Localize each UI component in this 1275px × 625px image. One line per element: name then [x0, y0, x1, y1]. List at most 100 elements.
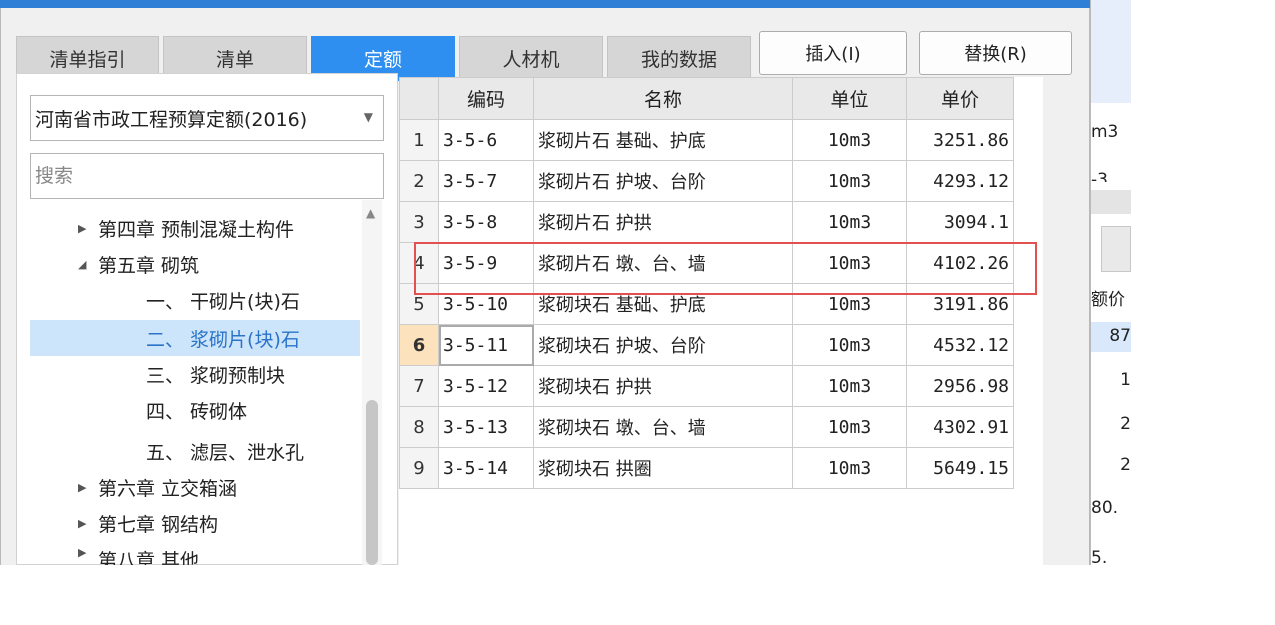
column-header-name[interactable]: 名称: [533, 77, 793, 120]
background-window-edge: m3 -3 额价 87 1 2 2 80. 5.: [1090, 0, 1131, 565]
cell-unit[interactable]: 10m3: [792, 201, 907, 243]
background-cell: 2: [1120, 414, 1131, 434]
background-cell: 1: [1120, 370, 1131, 390]
tree-node-chapter-6[interactable]: ▶ 第六章 立交箱涵: [30, 469, 360, 505]
cell-unit[interactable]: 10m3: [792, 447, 907, 489]
cell-unit[interactable]: 10m3: [792, 324, 907, 366]
table-row[interactable]: 3 3-5-8 浆砌片石 护拱 10m3 3094.1: [399, 201, 1014, 243]
tree-node-chapter-7[interactable]: ▶ 第七章 钢结构: [30, 505, 360, 541]
background-header-strip: [1091, 0, 1131, 103]
cell-unit[interactable]: 10m3: [792, 365, 907, 407]
cell-code[interactable]: 3-5-8: [438, 201, 534, 243]
window-top-bar: [0, 0, 1090, 8]
cell-code-focused[interactable]: 3-5-11: [438, 324, 534, 366]
expand-triangle-icon[interactable]: ▶: [78, 546, 98, 559]
background-toolbar-strip: [1091, 190, 1131, 214]
cell-price[interactable]: 4102.26: [906, 242, 1014, 284]
row-number: 8: [399, 406, 439, 448]
tree-node-chapter-8[interactable]: ▶ 第八章 其他: [30, 540, 360, 565]
tree-node-label: 三、 浆砌预制块: [146, 364, 286, 387]
table-row[interactable]: 8 3-5-13 浆砌块石 墩、台、墙 10m3 4302.91: [399, 406, 1014, 448]
cell-unit[interactable]: 10m3: [792, 119, 907, 161]
scroll-up-icon[interactable]: ▲: [366, 206, 375, 220]
cell-code[interactable]: 3-5-9: [438, 242, 534, 284]
table-row[interactable]: 5 3-5-10 浆砌块石 基础、护底 10m3 3191.86: [399, 283, 1014, 325]
row-number-header: [399, 77, 439, 120]
chevron-down-icon[interactable]: ▼: [364, 110, 373, 124]
column-header-unit[interactable]: 单位: [792, 77, 907, 120]
tree-node-label: 一、 干砌片(块)石: [146, 290, 300, 313]
cell-unit[interactable]: 10m3: [792, 160, 907, 202]
scrollbar-thumb[interactable]: [366, 400, 378, 565]
tree-node-section-1[interactable]: 一、 干砌片(块)石: [30, 282, 360, 318]
cell-code[interactable]: 3-5-14: [438, 447, 534, 489]
cell-unit[interactable]: 10m3: [792, 242, 907, 284]
tree-node-section-4[interactable]: 四、 砖砌体: [30, 392, 360, 428]
cell-price[interactable]: 3191.86: [906, 283, 1014, 325]
cell-name[interactable]: 浆砌片石 墩、台、墙: [533, 242, 793, 284]
tree-node-section-5[interactable]: 五、 滤层、泄水孔: [30, 433, 360, 469]
table-row[interactable]: 7 3-5-12 浆砌块石 护拱 10m3 2956.98: [399, 365, 1014, 407]
background-cell: -3: [1091, 170, 1108, 182]
cell-price[interactable]: 4302.91: [906, 406, 1014, 448]
tree-node-label: 四、 砖砌体: [146, 400, 248, 423]
tree-node-label: 第七章 钢结构: [98, 513, 219, 536]
expand-triangle-icon[interactable]: ▶: [78, 222, 98, 235]
tree-scrollbar[interactable]: ▲: [362, 200, 382, 565]
expand-triangle-icon[interactable]: ▶: [78, 517, 98, 530]
table-row-current[interactable]: 6 3-5-11 浆砌块石 护坡、台阶 10m3 4532.12: [399, 324, 1014, 366]
library-select[interactable]: 河南省市政工程预算定额(2016) ▼: [30, 95, 384, 141]
column-header-price[interactable]: 单价: [906, 77, 1014, 120]
cell-name[interactable]: 浆砌块石 墩、台、墙: [533, 406, 793, 448]
background-cell: 5.: [1091, 548, 1108, 565]
cell-code[interactable]: 3-5-7: [438, 160, 534, 202]
table-row[interactable]: 2 3-5-7 浆砌片石 护坡、台阶 10m3 4293.12: [399, 160, 1014, 202]
search-input[interactable]: [30, 153, 384, 199]
background-cell: 额价: [1091, 290, 1125, 310]
tree-node-chapter-4[interactable]: ▶ 第四章 预制混凝土构件: [30, 210, 360, 246]
column-header-code[interactable]: 编码: [438, 77, 534, 120]
cell-name[interactable]: 浆砌块石 拱圈: [533, 447, 793, 489]
cell-name[interactable]: 浆砌块石 护坡、台阶: [533, 324, 793, 366]
cell-name[interactable]: 浆砌片石 基础、护底: [533, 119, 793, 161]
cell-name[interactable]: 浆砌片石 护坡、台阶: [533, 160, 793, 202]
collapse-triangle-icon[interactable]: ◢: [78, 258, 98, 271]
cell-unit[interactable]: 10m3: [792, 406, 907, 448]
table-row[interactable]: 9 3-5-14 浆砌块石 拱圈 10m3 5649.15: [399, 447, 1014, 489]
cell-name[interactable]: 浆砌块石 基础、护底: [533, 283, 793, 325]
tab-my-data[interactable]: 我的数据: [607, 36, 751, 81]
row-number: 6: [399, 324, 439, 366]
cell-code[interactable]: 3-5-10: [438, 283, 534, 325]
tree-node-label: 第四章 预制混凝土构件: [98, 218, 295, 241]
expand-triangle-icon[interactable]: ▶: [78, 481, 98, 494]
tree-node-section-3[interactable]: 三、 浆砌预制块: [30, 356, 360, 392]
cell-unit[interactable]: 10m3: [792, 283, 907, 325]
cell-code[interactable]: 3-5-13: [438, 406, 534, 448]
background-cell: 2: [1120, 455, 1131, 475]
tree-node-section-2[interactable]: 二、 浆砌片(块)石: [30, 320, 360, 356]
cell-code[interactable]: 3-5-6: [438, 119, 534, 161]
cell-price[interactable]: 3251.86: [906, 119, 1014, 161]
row-number: 9: [399, 447, 439, 489]
row-number: 1: [399, 119, 439, 161]
table-row[interactable]: 1 3-5-6 浆砌片石 基础、护底 10m3 3251.86: [399, 119, 1014, 161]
library-select-value: 河南省市政工程预算定额(2016): [35, 108, 308, 131]
insert-button[interactable]: 插入(I): [759, 31, 907, 75]
cell-price[interactable]: 2956.98: [906, 365, 1014, 407]
cell-price[interactable]: 4293.12: [906, 160, 1014, 202]
tab-labor-material-machine[interactable]: 人材机: [459, 36, 603, 81]
cell-code[interactable]: 3-5-12: [438, 365, 534, 407]
background-cell: 87: [1091, 322, 1131, 352]
tree-node-chapter-5[interactable]: ◢ 第五章 砌筑: [30, 246, 360, 282]
cell-name[interactable]: 浆砌块石 护拱: [533, 365, 793, 407]
cell-price[interactable]: 5649.15: [906, 447, 1014, 489]
cell-price[interactable]: 4532.12: [906, 324, 1014, 366]
row-number: 2: [399, 160, 439, 202]
tree-node-label: 二、 浆砌片(块)石: [146, 328, 300, 351]
cell-name[interactable]: 浆砌片石 护拱: [533, 201, 793, 243]
tree-node-label: 五、 滤层、泄水孔: [146, 441, 305, 464]
row-number: 4: [399, 242, 439, 284]
replace-button[interactable]: 替换(R): [919, 31, 1072, 75]
table-row[interactable]: 4 3-5-9 浆砌片石 墩、台、墙 10m3 4102.26: [399, 242, 1014, 284]
cell-price[interactable]: 3094.1: [906, 201, 1014, 243]
